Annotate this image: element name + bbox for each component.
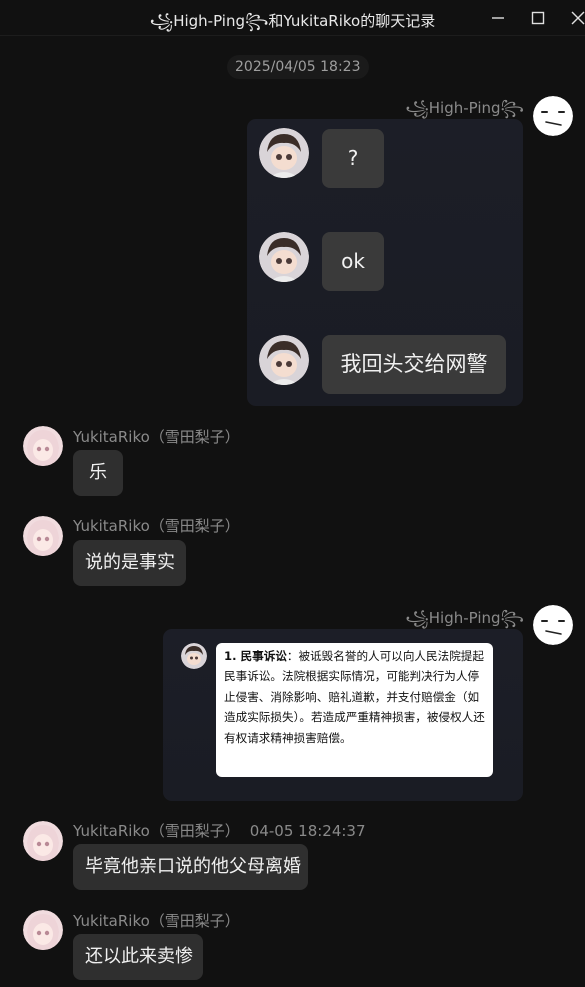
document-body: ：被诋毁名誉的人可以向人民法院提起民事诉讼。法院根据实际情况，可能判决行为人停止… <box>224 649 485 745</box>
anime-boy-avatar <box>259 232 309 282</box>
forwarded-chat-card[interactable]: ? ok 我回头交给网警 <box>247 119 523 406</box>
maximize-icon[interactable] <box>526 6 550 30</box>
message-bubble[interactable]: 还以此来卖惨 <box>73 934 203 980</box>
document-heading: 1. 民事诉讼 <box>224 649 287 663</box>
forwarded-message-bubble: 我回头交给网警 <box>322 335 506 394</box>
sender-name: YukitaRiko（雪田梨子） <box>73 517 240 535</box>
message-bubble[interactable]: 乐 <box>73 450 123 496</box>
message-timestamp: 04-05 18:24:37 <box>249 822 366 840</box>
avatar-yukitariko[interactable] <box>23 516 63 556</box>
avatar-yukitariko[interactable] <box>23 426 63 466</box>
avatar-yukitariko[interactable] <box>23 821 63 861</box>
forwarded-image-card[interactable]: 1. 民事诉讼：被诋毁名誉的人可以向人民法院提起民事诉讼。法院根据实际情况，可能… <box>163 629 523 801</box>
anime-boy-avatar <box>181 643 207 669</box>
avatar-high-ping[interactable] <box>533 605 573 645</box>
title-bar: ꧁High-Ping꧂和YukitaRiko的聊天记录 <box>0 0 585 36</box>
forwarded-message-bubble: ? <box>322 129 384 188</box>
sender-header: YukitaRiko（雪田梨子） 04-05 18:24:37 <box>73 820 366 841</box>
close-icon[interactable] <box>566 6 585 30</box>
sender-name: YukitaRiko（雪田梨子） <box>73 822 240 840</box>
anime-boy-avatar <box>259 128 309 178</box>
anime-boy-avatar <box>259 335 309 385</box>
minimize-icon[interactable] <box>486 6 510 30</box>
sender-name: YukitaRiko（雪田梨子） <box>73 912 240 930</box>
sender-name: YukitaRiko（雪田梨子） <box>73 428 240 446</box>
avatar-yukitariko[interactable] <box>23 910 63 950</box>
message-bubble[interactable]: 说的是事实 <box>73 540 186 586</box>
avatar-high-ping[interactable] <box>533 96 573 136</box>
document-snippet: 1. 民事诉讼：被诋毁名誉的人可以向人民法院提起民事诉讼。法院根据实际情况，可能… <box>216 643 493 777</box>
date-separator: 2025/04/05 18:23 <box>227 55 369 79</box>
forwarded-message-bubble: ok <box>322 232 384 291</box>
message-bubble[interactable]: 毕竟他亲口说的他父母离婚 <box>73 844 308 890</box>
